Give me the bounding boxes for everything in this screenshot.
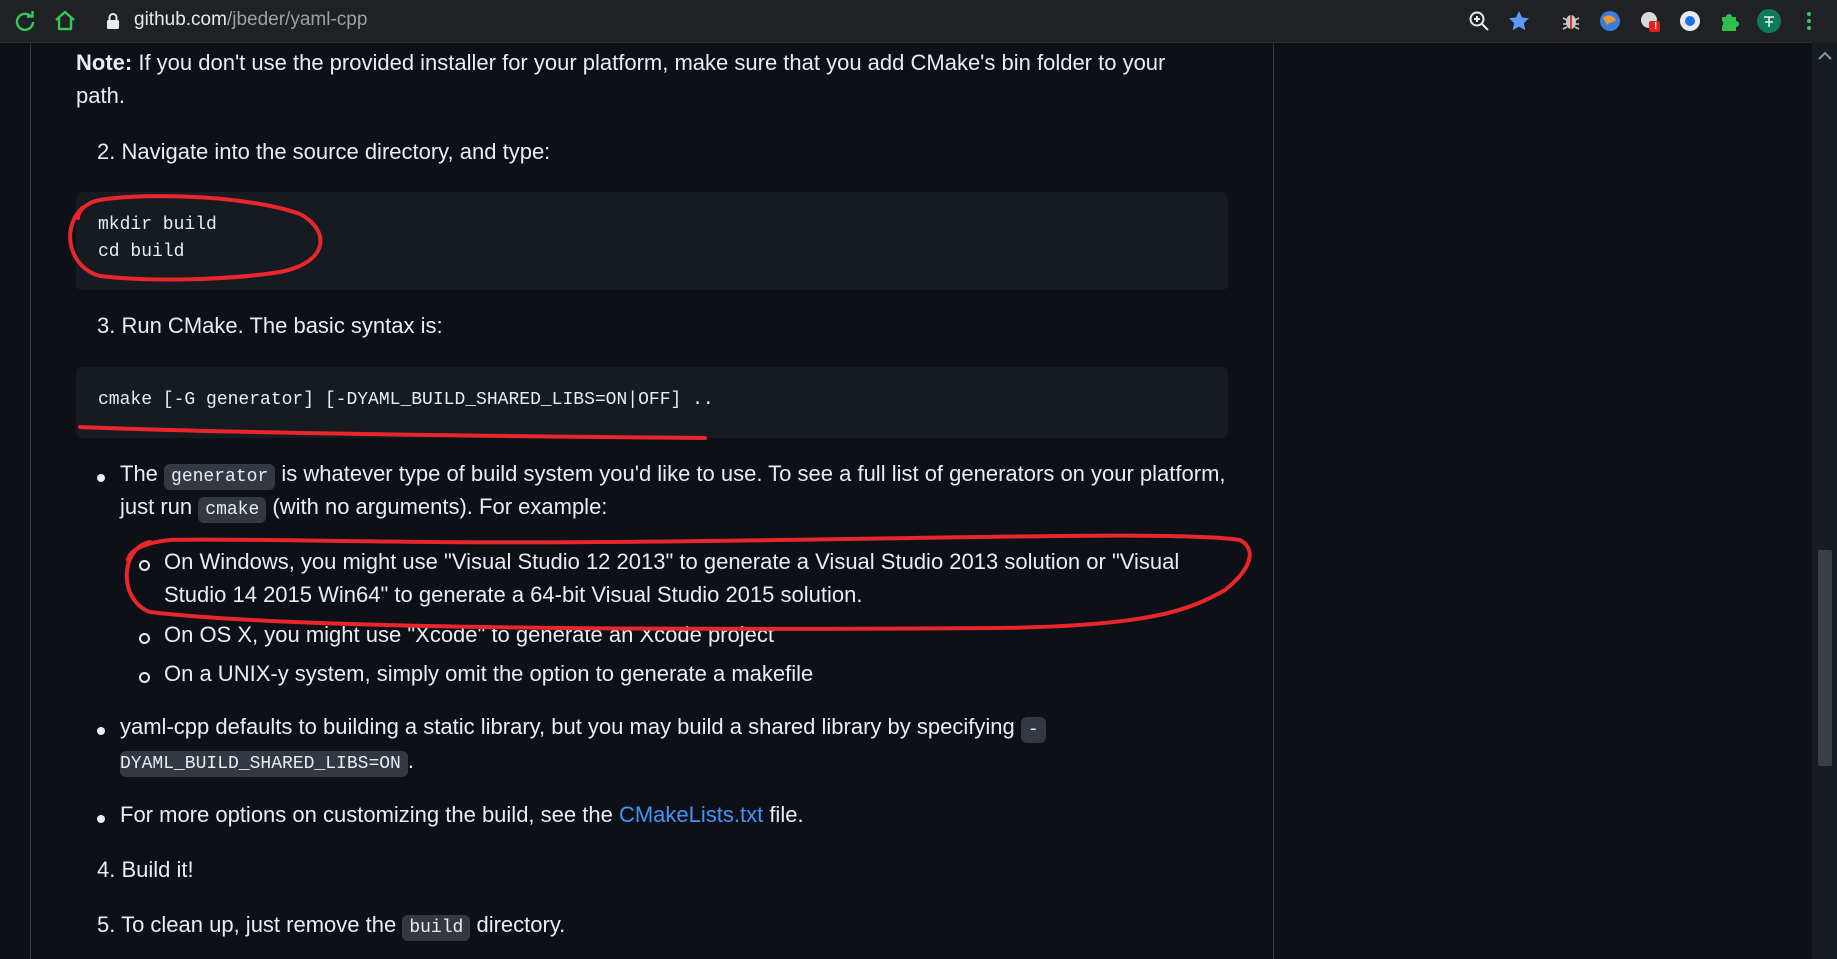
- lock-icon: [106, 12, 120, 35]
- extension-globe-icon[interactable]: [1597, 8, 1623, 34]
- note-text-line2: path.: [76, 83, 125, 108]
- text: file.: [763, 802, 804, 827]
- code-block-cmake: cmake [-G generator] [-DYAML_BUILD_SHARE…: [76, 367, 1228, 438]
- note-paragraph: Note: If you don't use the provided inst…: [76, 50, 1165, 76]
- bullet-generator-line1: The generator is whatever type of build …: [120, 461, 1226, 490]
- inline-code-dyaml-part2: DYAML_BUILD_SHARED_LIBS=ON: [120, 751, 408, 777]
- code-line: cd build: [98, 242, 185, 262]
- bullet-static-line2: DYAML_BUILD_SHARED_LIBS=ON.: [120, 748, 414, 777]
- sub-item-windows-line1: On Windows, you might use "Visual Studio…: [164, 549, 1180, 574]
- step-2: 2. Navigate into the source directory, a…: [97, 139, 551, 164]
- bullet: [97, 474, 105, 482]
- scrollbar-thumb[interactable]: [1818, 550, 1832, 766]
- scrollbar-track[interactable]: [1812, 42, 1837, 959]
- bookmark-star-icon[interactable]: [1506, 8, 1532, 34]
- sub-item-windows-line2: Studio 14 2015 Win64" to generate a 64-b…: [164, 582, 863, 607]
- code-block-mkdir: mkdir build cd build: [76, 192, 1228, 290]
- note-label: Note:: [76, 50, 133, 75]
- code-line: mkdir build: [98, 215, 217, 235]
- menu-icon[interactable]: [1796, 8, 1822, 34]
- extensions-icon[interactable]: [1716, 8, 1742, 34]
- text: The: [120, 461, 165, 486]
- sub-bullet: [139, 633, 150, 644]
- inline-code-generator: generator: [164, 464, 276, 490]
- code-line: cmake [-G generator] [-DYAML_BUILD_SHARE…: [98, 390, 714, 410]
- profile-icon[interactable]: [1756, 8, 1782, 34]
- bullet-generator-line2: just run cmake (with no arguments). For …: [120, 494, 608, 523]
- cmakelists-link[interactable]: CMakeLists.txt: [619, 802, 763, 827]
- bullet: [97, 727, 105, 735]
- scroll-up-icon[interactable]: [1818, 48, 1832, 66]
- step-5: 5. To clean up, just remove the build di…: [97, 912, 566, 941]
- step-3: 3. Run CMake. The basic syntax is:: [97, 313, 443, 338]
- text: For more options on customizing the buil…: [120, 802, 619, 827]
- note-text: If you don't use the provided installer …: [132, 50, 1166, 75]
- sub-bullet: [139, 672, 150, 683]
- step-4: 4. Build it!: [97, 857, 194, 882]
- inline-code-build: build: [402, 915, 471, 941]
- text: .: [407, 748, 414, 773]
- bullet-options: For more options on customizing the buil…: [120, 802, 804, 828]
- bullet-static-line1: yaml-cpp defaults to building a static l…: [120, 714, 1046, 743]
- left-border: [30, 42, 31, 959]
- browser-toolbar: github.com/jbeder/yaml-cpp !: [0, 0, 1837, 43]
- text: just run: [120, 494, 199, 519]
- reload-icon[interactable]: [12, 8, 38, 34]
- inline-code-cmake: cmake: [198, 497, 267, 523]
- text: yaml-cpp defaults to building a static l…: [120, 714, 1021, 739]
- text: (with no arguments). For example:: [266, 494, 608, 519]
- sidebar-divider: [1273, 42, 1274, 959]
- text: is whatever type of build system you'd l…: [275, 461, 1226, 486]
- inline-code-dyaml-part1: -: [1020, 717, 1046, 743]
- extension-ring-icon[interactable]: [1677, 8, 1703, 34]
- extension-alert-icon[interactable]: !: [1637, 8, 1663, 34]
- text: directory.: [470, 912, 566, 937]
- bullet: [97, 815, 105, 823]
- extension-badge: !: [1654, 21, 1658, 32]
- url-path: /jbeder/yaml-cpp: [226, 9, 368, 30]
- text: 5. To clean up, just remove the: [97, 912, 403, 937]
- sub-bullet: [139, 560, 150, 571]
- sub-item-unix: On a UNIX-y system, simply omit the opti…: [164, 661, 814, 686]
- zoom-icon[interactable]: [1466, 8, 1492, 34]
- sub-item-osx: On OS X, you might use "Xcode" to genera…: [164, 622, 774, 647]
- url-host: github.com: [134, 9, 227, 30]
- home-icon[interactable]: [52, 8, 78, 34]
- url-text[interactable]: github.com/jbeder/yaml-cpp: [134, 9, 367, 31]
- extension-bug-icon[interactable]: [1558, 8, 1584, 34]
